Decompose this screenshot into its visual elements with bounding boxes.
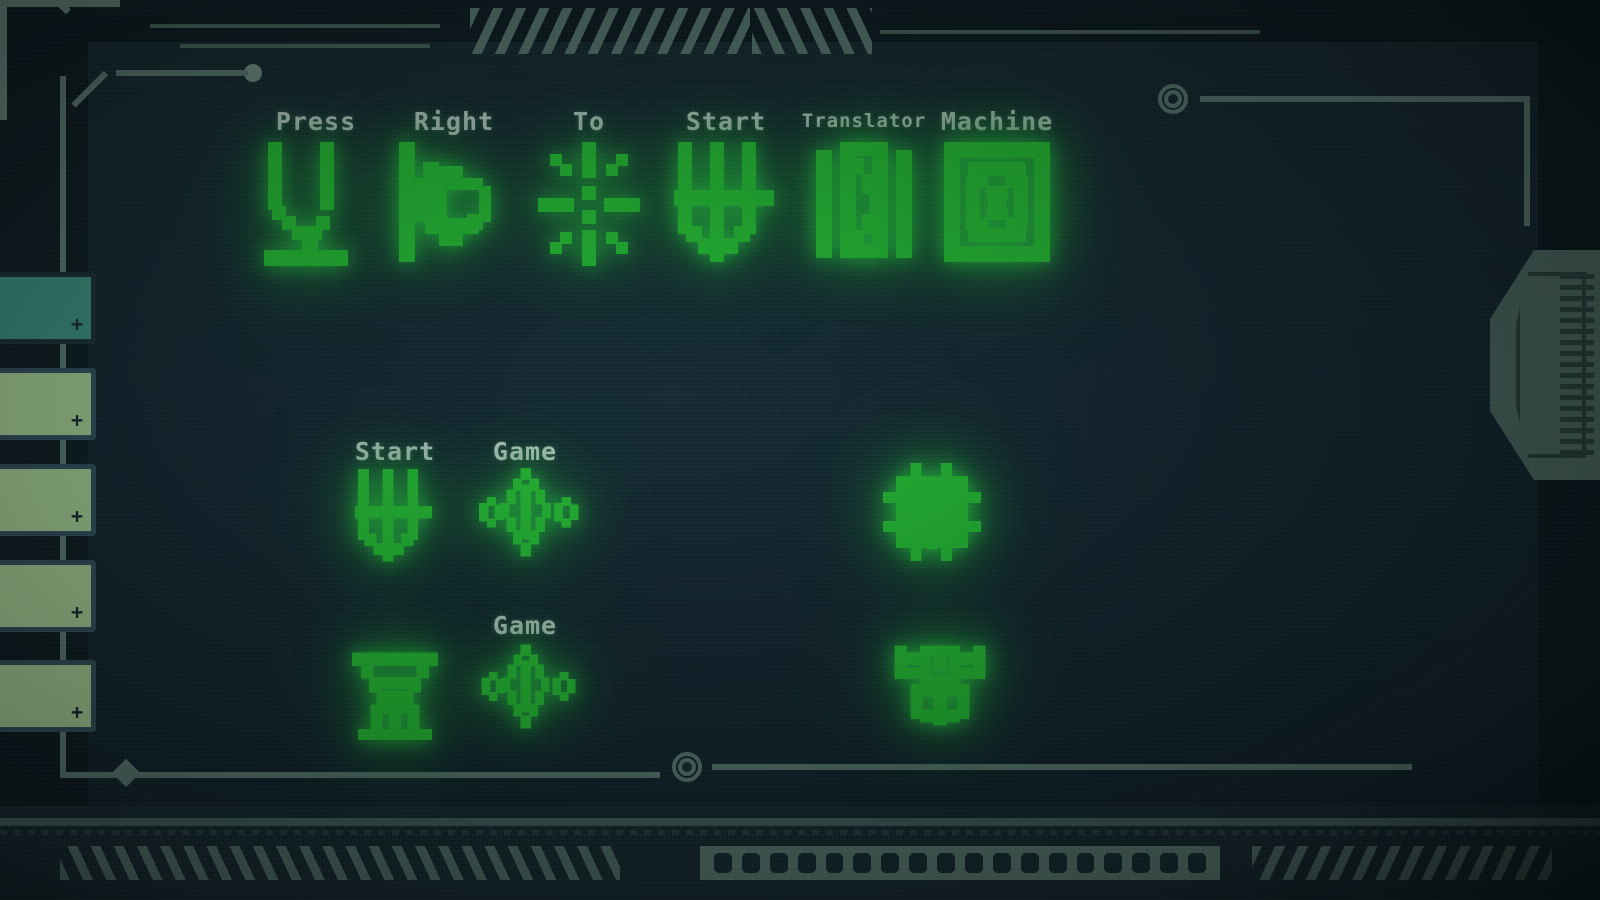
menu-cell-temple[interactable] [330, 610, 460, 740]
title-label-start: Start [685, 106, 767, 136]
glyph-temple [348, 640, 442, 740]
target-node-icon-bottom [672, 752, 702, 782]
glyph-start [670, 138, 782, 268]
title-cell-to: To [522, 104, 656, 268]
title-cell-start: Start [656, 104, 796, 268]
menu-label-game-2: Game [492, 610, 558, 640]
sidebar-card-4[interactable]: + [0, 560, 96, 632]
title-label-press: Press [275, 106, 357, 136]
glyph-gear [880, 460, 992, 564]
pill [714, 853, 732, 873]
menu-row-1: Start Game [330, 436, 590, 566]
menu-cell-game-1[interactable]: Game [460, 436, 590, 566]
menu-row-2: Game [330, 610, 590, 740]
pill [1132, 853, 1151, 873]
pill [1160, 853, 1179, 873]
pill [853, 853, 872, 873]
bottom-lead-line [712, 764, 1412, 770]
pill [1020, 853, 1039, 873]
title-cell-right: Right [386, 104, 522, 268]
pill [1048, 853, 1067, 873]
target-lead-line [1200, 96, 1530, 102]
title-glyph-row: Press Right To Start Translator Machine [246, 104, 1062, 268]
title-cell-translator: Translator [796, 104, 932, 268]
sidebar-card-5[interactable]: + [0, 660, 96, 732]
sidebar-card-3[interactable]: + [0, 464, 96, 536]
right-panel-bars [1560, 274, 1594, 456]
top-hatch-right [752, 8, 872, 54]
title-label-translator: Translator [801, 110, 927, 132]
menu-label-start: Start [354, 436, 436, 466]
menu-label-game-1: Game [492, 436, 558, 466]
pill [769, 853, 788, 873]
bottom-pill-strip [700, 846, 1220, 880]
sidebar-card-2[interactable]: + [0, 368, 96, 440]
title-label-right: Right [413, 106, 495, 136]
top-trace-b [180, 44, 430, 48]
top-trace-a [150, 24, 440, 28]
sidebar-card-list: + + + + + [0, 272, 104, 756]
glyph-machine [940, 138, 1054, 268]
top-hatch-left [470, 8, 750, 54]
top-trace-c [880, 30, 1260, 34]
glyph-to [534, 138, 644, 268]
add-icon[interactable]: + [71, 602, 91, 627]
pill [741, 853, 760, 873]
glyph-game [473, 640, 577, 740]
menu-cell-start[interactable]: Start [330, 436, 460, 566]
pill [1076, 853, 1095, 873]
glyph-bug [888, 636, 992, 740]
pill [965, 853, 983, 873]
add-icon[interactable]: + [71, 506, 91, 531]
pill [881, 853, 900, 873]
add-icon[interactable]: + [71, 410, 91, 435]
target-node-icon [1158, 84, 1188, 114]
glyph-translator [812, 138, 916, 268]
glyph-press [260, 138, 372, 268]
title-label-machine: Machine [940, 106, 1054, 136]
pill [909, 853, 928, 873]
pill [937, 853, 956, 873]
bottom-hatch-left [60, 846, 620, 880]
title-cell-press: Press [246, 104, 386, 268]
corner-trace [116, 70, 248, 76]
bottom-bar-upper [0, 818, 1600, 826]
pill [825, 853, 844, 873]
game-screen: + + + + + Press Right To Start Translato… [0, 0, 1600, 900]
bottom-hatch-right [1252, 846, 1552, 880]
pill [797, 853, 816, 873]
pill [1104, 853, 1123, 873]
add-icon[interactable]: + [71, 314, 91, 339]
menu-cell-game-2[interactable]: Game [460, 610, 590, 740]
title-label-to: To [572, 106, 606, 136]
glyph-right [395, 138, 513, 268]
add-icon[interactable]: + [71, 702, 91, 727]
glyph-start [352, 466, 438, 566]
bottom-left-rail [60, 772, 660, 778]
sidebar-card-1[interactable]: + [0, 272, 96, 344]
glyph-game [470, 466, 580, 566]
side-glyph-column [880, 460, 992, 740]
pill [992, 853, 1011, 873]
title-cell-machine: Machine [932, 104, 1062, 268]
pill [1188, 853, 1207, 873]
bottom-dot-strip [0, 830, 1600, 835]
target-lead-down [1524, 96, 1530, 226]
menu-grid: Start Game Game [330, 436, 590, 740]
